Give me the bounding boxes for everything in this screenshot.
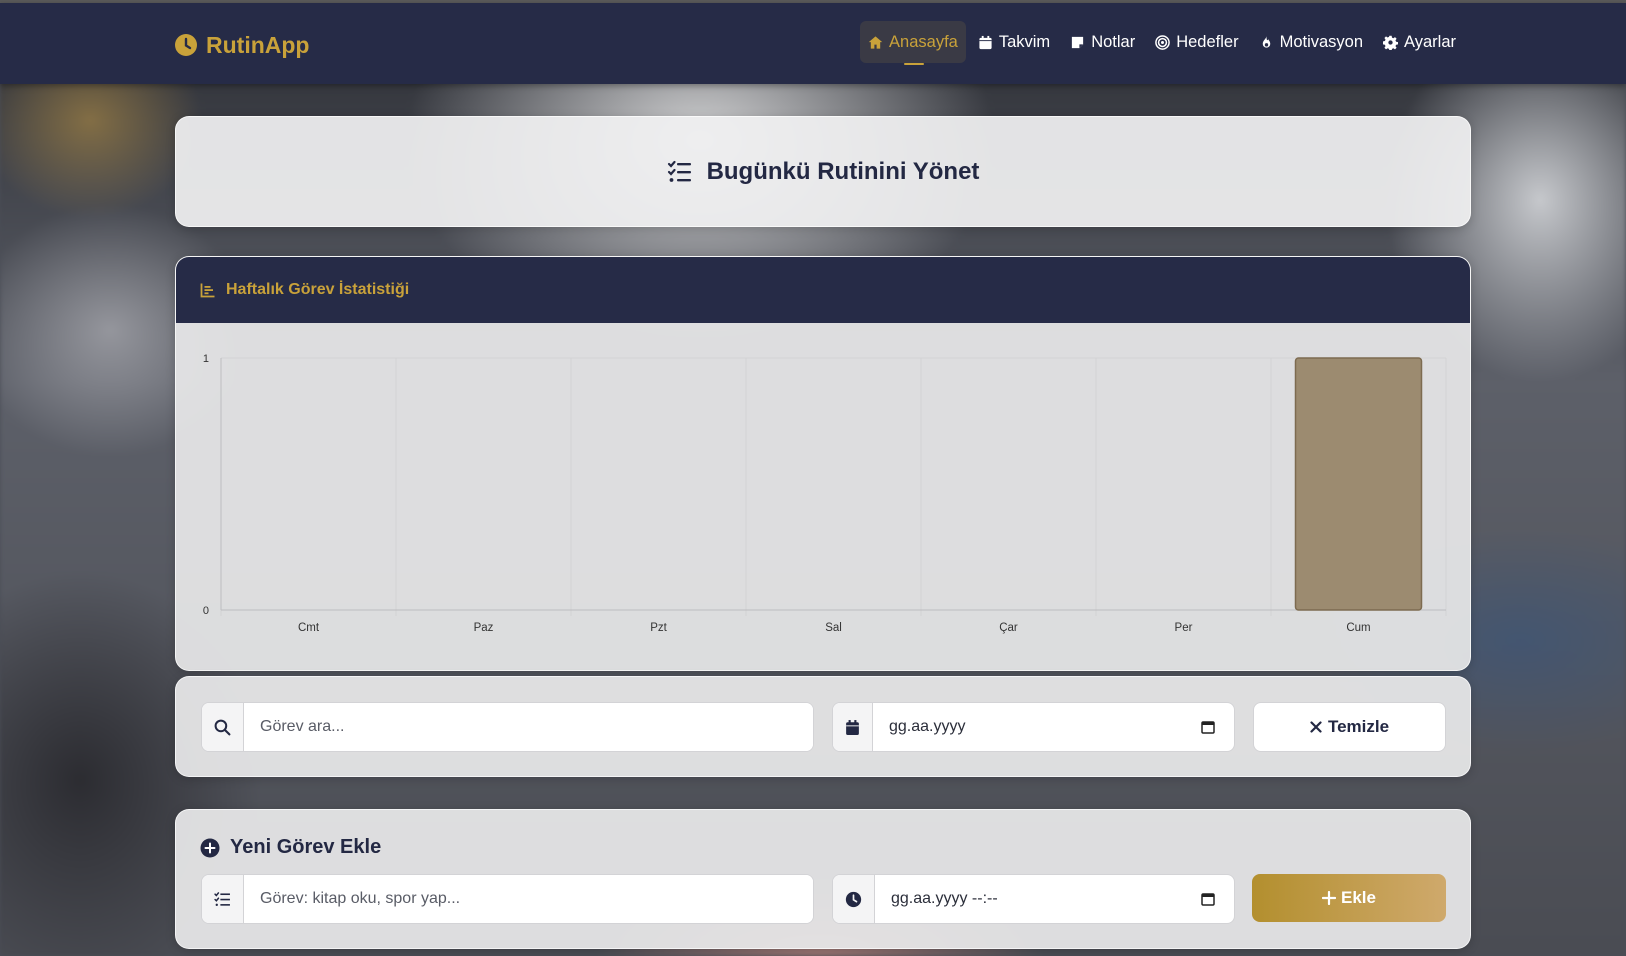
clear-button-label: Temizle [1327,717,1390,736]
date-addon [833,703,873,751]
nav-label: Anasayfa [889,32,958,51]
weekly-stats-card: Haftalık Görev İstatistiği 0 1 Cmt Paz Pzt Sa… [175,256,1471,671]
list-check-icon [214,891,230,906]
chart-bar [1294,357,1423,611]
add-task-button[interactable]: Ekle [1252,874,1446,922]
add-task-title: Yeni Görev Ekle [230,836,382,858]
calendar-icon [979,35,992,49]
task-datetime-group: gg.aa.yyyy --:-- [832,874,1235,924]
chart-x-tick-label: Çar [999,622,1018,634]
chart-y-tick-label: 0 [203,605,209,617]
date-filter-value: gg.aa.yyyy [889,718,966,735]
datetime-addon [833,875,875,923]
bar-chart-icon [200,283,215,298]
clear-button[interactable]: Temizle [1253,702,1446,752]
navbar: RutinApp Anasayfa Takvim Notlar Hedefler… [0,3,1626,84]
target-icon [1155,34,1171,50]
home-icon [868,35,883,49]
task-addon [202,875,244,923]
plus-circle-icon [200,838,220,857]
chart-header: Haftalık Görev İstatistiği [176,257,1470,323]
chart-x-tick-label: Cum [1346,622,1370,634]
chart-x-tick-label: Paz [474,622,494,634]
chart-title: Haftalık Görev İstatistiği [226,281,410,298]
note-icon [1072,36,1084,48]
calendar-icon [846,719,859,735]
main-nav: Anasayfa Takvim Notlar Hedefler Motivasy… [860,21,1464,65]
add-task-card: Yeni Görev Ekle gg.aa.yyyy --:-- Ekle [175,809,1471,949]
plus-icon [1322,891,1336,905]
nav-item-hedefler[interactable]: Hedefler [1147,21,1246,63]
chart-x-tick-label: Sal [825,622,842,634]
close-icon [1310,721,1322,733]
nav-item-ayarlar[interactable]: Ayarlar [1375,21,1464,63]
nav-label: Takvim [998,32,1051,51]
chart-x-tick-label: Per [1175,622,1193,634]
nav-label: Hedefler [1176,32,1239,51]
search-input-group [201,702,814,752]
brand-name: RutinApp [206,31,310,58]
nav-label: Notlar [1091,32,1136,51]
nav-item-takvim[interactable]: Takvim [970,21,1058,63]
nav-item-motivasyon[interactable]: Motivasyon [1251,21,1371,63]
page-header-card: Bugünkü Rutinini Yönet [175,116,1471,227]
calendar-picker-icon[interactable] [1200,891,1216,907]
weekly-bar-chart: 0 1 Cmt Paz Pzt Sal Çar Per Cum [203,353,1447,634]
nav-label: Ayarlar [1404,32,1456,51]
task-input-group [201,874,814,924]
nav-label: Motivasyon [1279,32,1364,51]
add-task-heading: Yeni Görev Ekle [200,836,381,859]
filter-card: gg.aa.yyyy Temizle [175,676,1471,777]
task-datetime-input[interactable]: gg.aa.yyyy --:-- [875,875,1234,923]
task-name-input[interactable] [244,875,813,923]
add-task-button-label: Ekle [1341,888,1376,907]
clock-icon [175,34,197,56]
search-addon [202,703,244,751]
clock-icon [845,891,862,907]
date-filter-group: gg.aa.yyyy [832,702,1235,752]
chart-y-tick-label: 1 [203,353,209,365]
nav-item-anasayfa[interactable]: Anasayfa [860,21,966,65]
page-title: Bugünkü Rutinini Yönet [706,157,980,185]
date-filter-input[interactable]: gg.aa.yyyy [873,703,1234,751]
gear-icon [1383,35,1399,50]
list-check-icon [667,160,691,182]
calendar-picker-icon[interactable] [1200,719,1216,735]
task-datetime-value: gg.aa.yyyy --:-- [891,890,998,907]
search-icon [214,719,231,735]
search-input[interactable] [244,703,813,751]
fire-icon [1262,35,1270,48]
chart-x-tick-label: Cmt [298,622,320,634]
nav-item-notlar[interactable]: Notlar [1062,21,1143,63]
brand-logo[interactable]: RutinApp [174,29,309,61]
chart-x-tick-label: Pzt [650,622,667,634]
